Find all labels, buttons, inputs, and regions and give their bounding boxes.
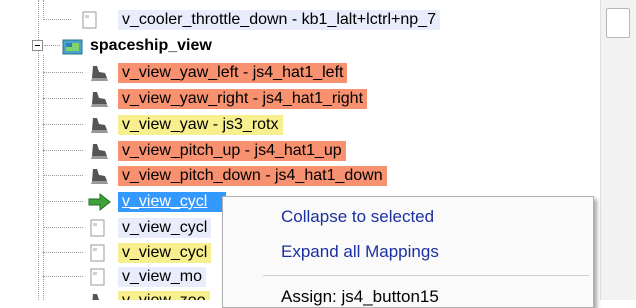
tree-group-label: spaceship_view xyxy=(90,37,212,54)
tree-row-label: v_view_yaw_right - js4_hat1_right xyxy=(118,89,368,109)
menu-item-expand-all-mappings[interactable]: Expand all Mappings xyxy=(281,242,439,262)
tree-connector xyxy=(43,19,71,20)
green-arrow-icon xyxy=(88,192,111,212)
tree-row-label: v_view_pitch_up - js4_hat1_up xyxy=(118,141,346,161)
scrollbar-thumb[interactable] xyxy=(606,8,630,38)
tree-connector xyxy=(43,98,83,99)
blank-doc-icon xyxy=(88,267,108,287)
tree-row[interactable]: v_cooler_throttle_down - kb1_lalt+lctrl+… xyxy=(0,8,600,32)
tree-row-label: v_view_cycl xyxy=(118,218,212,238)
tree-connector xyxy=(43,175,83,176)
joystick-icon xyxy=(88,89,108,109)
menu-separator xyxy=(263,275,589,276)
context-menu: Collapse to selected Expand all Mappings… xyxy=(222,196,594,308)
tree-connector xyxy=(43,124,83,125)
collapse-toggle[interactable] xyxy=(32,40,43,51)
tree-connector xyxy=(43,201,83,202)
tree-row-label: v_view_mo xyxy=(118,267,207,287)
joystick-icon xyxy=(88,291,108,300)
blank-doc-icon xyxy=(88,218,108,238)
blank-doc-icon xyxy=(80,10,100,30)
joystick-icon xyxy=(88,141,108,161)
tree-row[interactable]: v_view_yaw - js3_rotx xyxy=(0,113,600,137)
menu-item-collapse-to-selected[interactable]: Collapse to selected xyxy=(281,207,434,227)
tree-connector xyxy=(43,276,83,277)
tree-row-label: v_view_zoo xyxy=(118,291,210,300)
tree-row-label: v_view_pitch_down - js4_hat1_down xyxy=(118,166,387,186)
tree-connector xyxy=(43,227,83,228)
joystick-icon xyxy=(88,115,108,135)
tree-row-label: v_view_cycl xyxy=(118,243,212,263)
tree-row[interactable]: v_view_pitch_down - js4_hat1_down xyxy=(0,164,600,188)
tree-row-label: v_view_yaw_left - js4_hat1_left xyxy=(118,63,348,83)
tree-row[interactable]: v_view_yaw_left - js4_hat1_left xyxy=(0,61,600,85)
tree-connector xyxy=(44,45,60,46)
tree-connector xyxy=(43,150,83,151)
tree-row-label: v_view_yaw - js3_rotx xyxy=(118,115,283,135)
vertical-scrollbar[interactable] xyxy=(600,0,636,300)
tree-row-label: v_view_cycl xyxy=(118,192,226,212)
tree-connector xyxy=(43,252,83,253)
tree-row-label: v_cooler_throttle_down - kb1_lalt+lctrl+… xyxy=(118,10,440,30)
menu-item-assign[interactable]: Assign: js4_button15 xyxy=(281,287,439,307)
joystick-icon xyxy=(88,63,108,83)
tree-row[interactable]: v_view_pitch_up - js4_hat1_up xyxy=(0,139,600,163)
tree-connector xyxy=(43,72,83,73)
tree-row[interactable]: v_view_yaw_right - js4_hat1_right xyxy=(0,87,600,111)
joystick-icon xyxy=(88,166,108,186)
tree-group-row[interactable]: spaceship_view xyxy=(0,34,600,58)
blank-doc-icon xyxy=(88,243,108,263)
folder-image-icon xyxy=(62,36,83,56)
